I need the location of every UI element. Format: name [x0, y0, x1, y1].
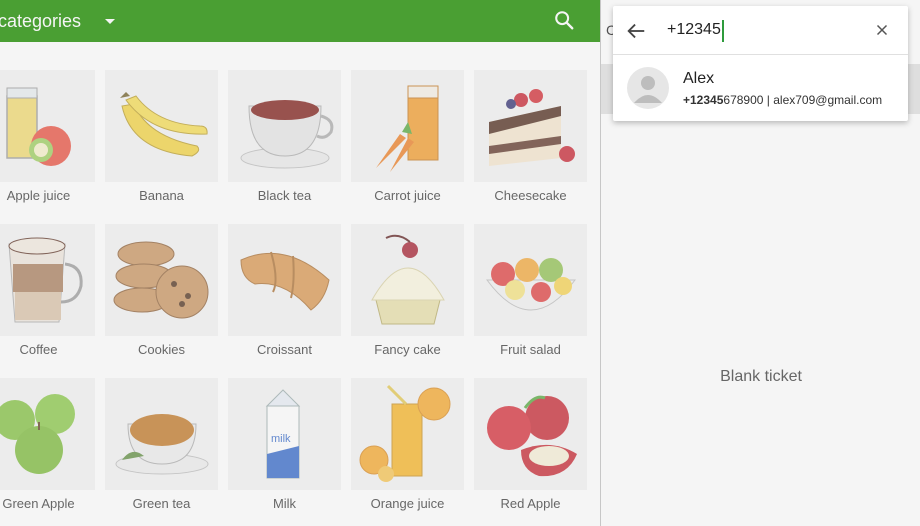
details-separator: | [763, 93, 774, 107]
product-label: Cookies [138, 342, 185, 357]
product-label: Fruit salad [500, 342, 561, 357]
product-tile[interactable]: Cheesecake [474, 70, 587, 214]
green-tea-image [105, 378, 218, 490]
croissant-image [228, 224, 341, 336]
red-apple-image [474, 378, 587, 490]
product-label: Banana [139, 188, 184, 203]
product-pane: categories Apple juice Banana Black tea [0, 0, 600, 526]
close-icon[interactable] [873, 21, 891, 39]
customer-search-input[interactable] [667, 18, 867, 42]
svg-text:milk: milk [271, 433, 291, 445]
banana-image [105, 70, 218, 182]
carrot-juice-image [351, 70, 464, 182]
product-tile[interactable]: Green tea [105, 378, 218, 522]
product-tile[interactable]: Orange juice [351, 378, 464, 522]
blank-ticket-text: Blank ticket [720, 368, 802, 385]
customer-name: Alex [683, 70, 715, 87]
milk-image: milk [228, 378, 341, 490]
product-tile[interactable]: Green Apple [0, 378, 95, 522]
product-label: Red Apple [500, 496, 561, 511]
product-label: Black tea [257, 188, 312, 203]
black-tea-image [228, 70, 341, 182]
apple-juice-image [0, 70, 95, 182]
coffee-image [0, 224, 95, 336]
fruit-salad-image [474, 224, 587, 336]
product-label: Croissant [257, 342, 312, 357]
product-tile[interactable]: Carrot juice [351, 70, 464, 214]
avatar [627, 67, 669, 109]
product-label: Green tea [132, 496, 191, 511]
text-cursor [722, 20, 724, 42]
product-label: Carrot juice [374, 188, 441, 203]
product-tile[interactable]: Coffee [0, 224, 95, 368]
product-label: Cheesecake [494, 188, 567, 203]
orange-juice-image [351, 378, 464, 490]
product-tile[interactable]: Croissant [228, 224, 341, 368]
search-icon[interactable] [553, 9, 575, 31]
cookies-image [105, 224, 218, 336]
customer-result-item[interactable]: Alex +12345678900 | alex709@gmail.com [613, 55, 908, 121]
product-label: Orange juice [370, 496, 445, 511]
product-tile[interactable]: Fancy cake [351, 224, 464, 368]
phone-match: +12345 [683, 93, 724, 107]
customer-details: +12345678900 | alex709@gmail.com [683, 93, 882, 107]
customer-email: alex709@gmail.com [773, 93, 883, 107]
product-label: Green Apple [2, 496, 75, 511]
product-tile[interactable]: Black tea [228, 70, 341, 214]
product-tile[interactable]: Banana [105, 70, 218, 214]
fancy-cake-image [351, 224, 464, 336]
cheesecake-image [474, 70, 587, 182]
product-tile[interactable]: Apple juice [0, 70, 95, 214]
product-tile[interactable]: Red Apple [474, 378, 587, 522]
arrow-back-icon[interactable] [625, 20, 647, 42]
phone-rest: 678900 [723, 93, 764, 107]
product-tile[interactable]: Cookies [105, 224, 218, 368]
search-row [613, 6, 908, 55]
product-label: Fancy cake [374, 342, 441, 357]
product-tile[interactable]: Fruit salad [474, 224, 587, 368]
customer-search-popup: Alex +12345678900 | alex709@gmail.com [613, 6, 908, 121]
product-label: Coffee [19, 342, 58, 357]
top-app-bar: categories [0, 0, 600, 42]
green-apple-image [0, 378, 95, 490]
product-tile[interactable]: milk Milk [228, 378, 341, 522]
product-label: Apple juice [6, 188, 71, 203]
category-selector-label[interactable]: categories [0, 11, 81, 32]
chevron-down-icon[interactable] [105, 18, 116, 24]
product-label: Milk [272, 496, 297, 511]
